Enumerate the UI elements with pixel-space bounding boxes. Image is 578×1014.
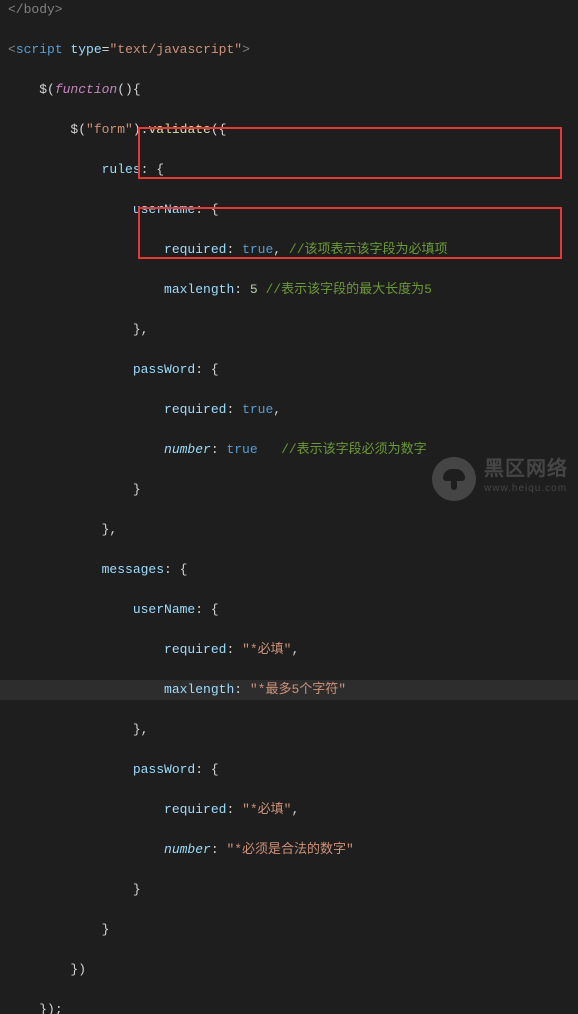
comment-number: //表示该字段必须为数字	[281, 442, 427, 457]
key-username2: userName	[133, 602, 195, 617]
comment-required: //该项表示该字段为必填项	[289, 242, 448, 257]
msg-required2: "*必填"	[242, 802, 291, 817]
key-required2: required	[164, 402, 226, 417]
key-messages: messages	[102, 562, 164, 577]
msg-maxlength: "*最多5个字符"	[250, 682, 346, 697]
selector-form: "form"	[86, 122, 133, 137]
attr-type-val: "text/javascript"	[109, 42, 242, 57]
key-username: userName	[133, 202, 195, 217]
msg-required: "*必填"	[242, 642, 291, 657]
key-password: passWord	[133, 362, 195, 377]
key-required: required	[164, 242, 226, 257]
code-editor[interactable]: </body> <script type="text/javascript"> …	[0, 0, 578, 1014]
watermark-title: 黑区网络	[484, 459, 568, 479]
tag-script: script	[16, 42, 63, 57]
key-number: number	[164, 442, 211, 457]
method-validate: validate	[148, 122, 210, 137]
watermark-logo-icon	[432, 457, 476, 501]
keyword-function: function	[55, 82, 117, 97]
msg-number: "*必须是合法的数字"	[226, 842, 353, 857]
comment-maxlength: //表示该字段的最大长度为5	[265, 282, 431, 297]
open-angle: <	[8, 42, 16, 57]
attr-type: type	[70, 42, 101, 57]
key-maxlength: maxlength	[164, 282, 234, 297]
key-rules: rules	[102, 162, 141, 177]
val-5: 5	[250, 282, 258, 297]
watermark-url: www.heiqu.com	[484, 479, 568, 499]
tag-close-body: </body>	[8, 2, 63, 17]
watermark: 黑区网络 www.heiqu.com	[432, 457, 568, 501]
val-true: true	[242, 242, 273, 257]
